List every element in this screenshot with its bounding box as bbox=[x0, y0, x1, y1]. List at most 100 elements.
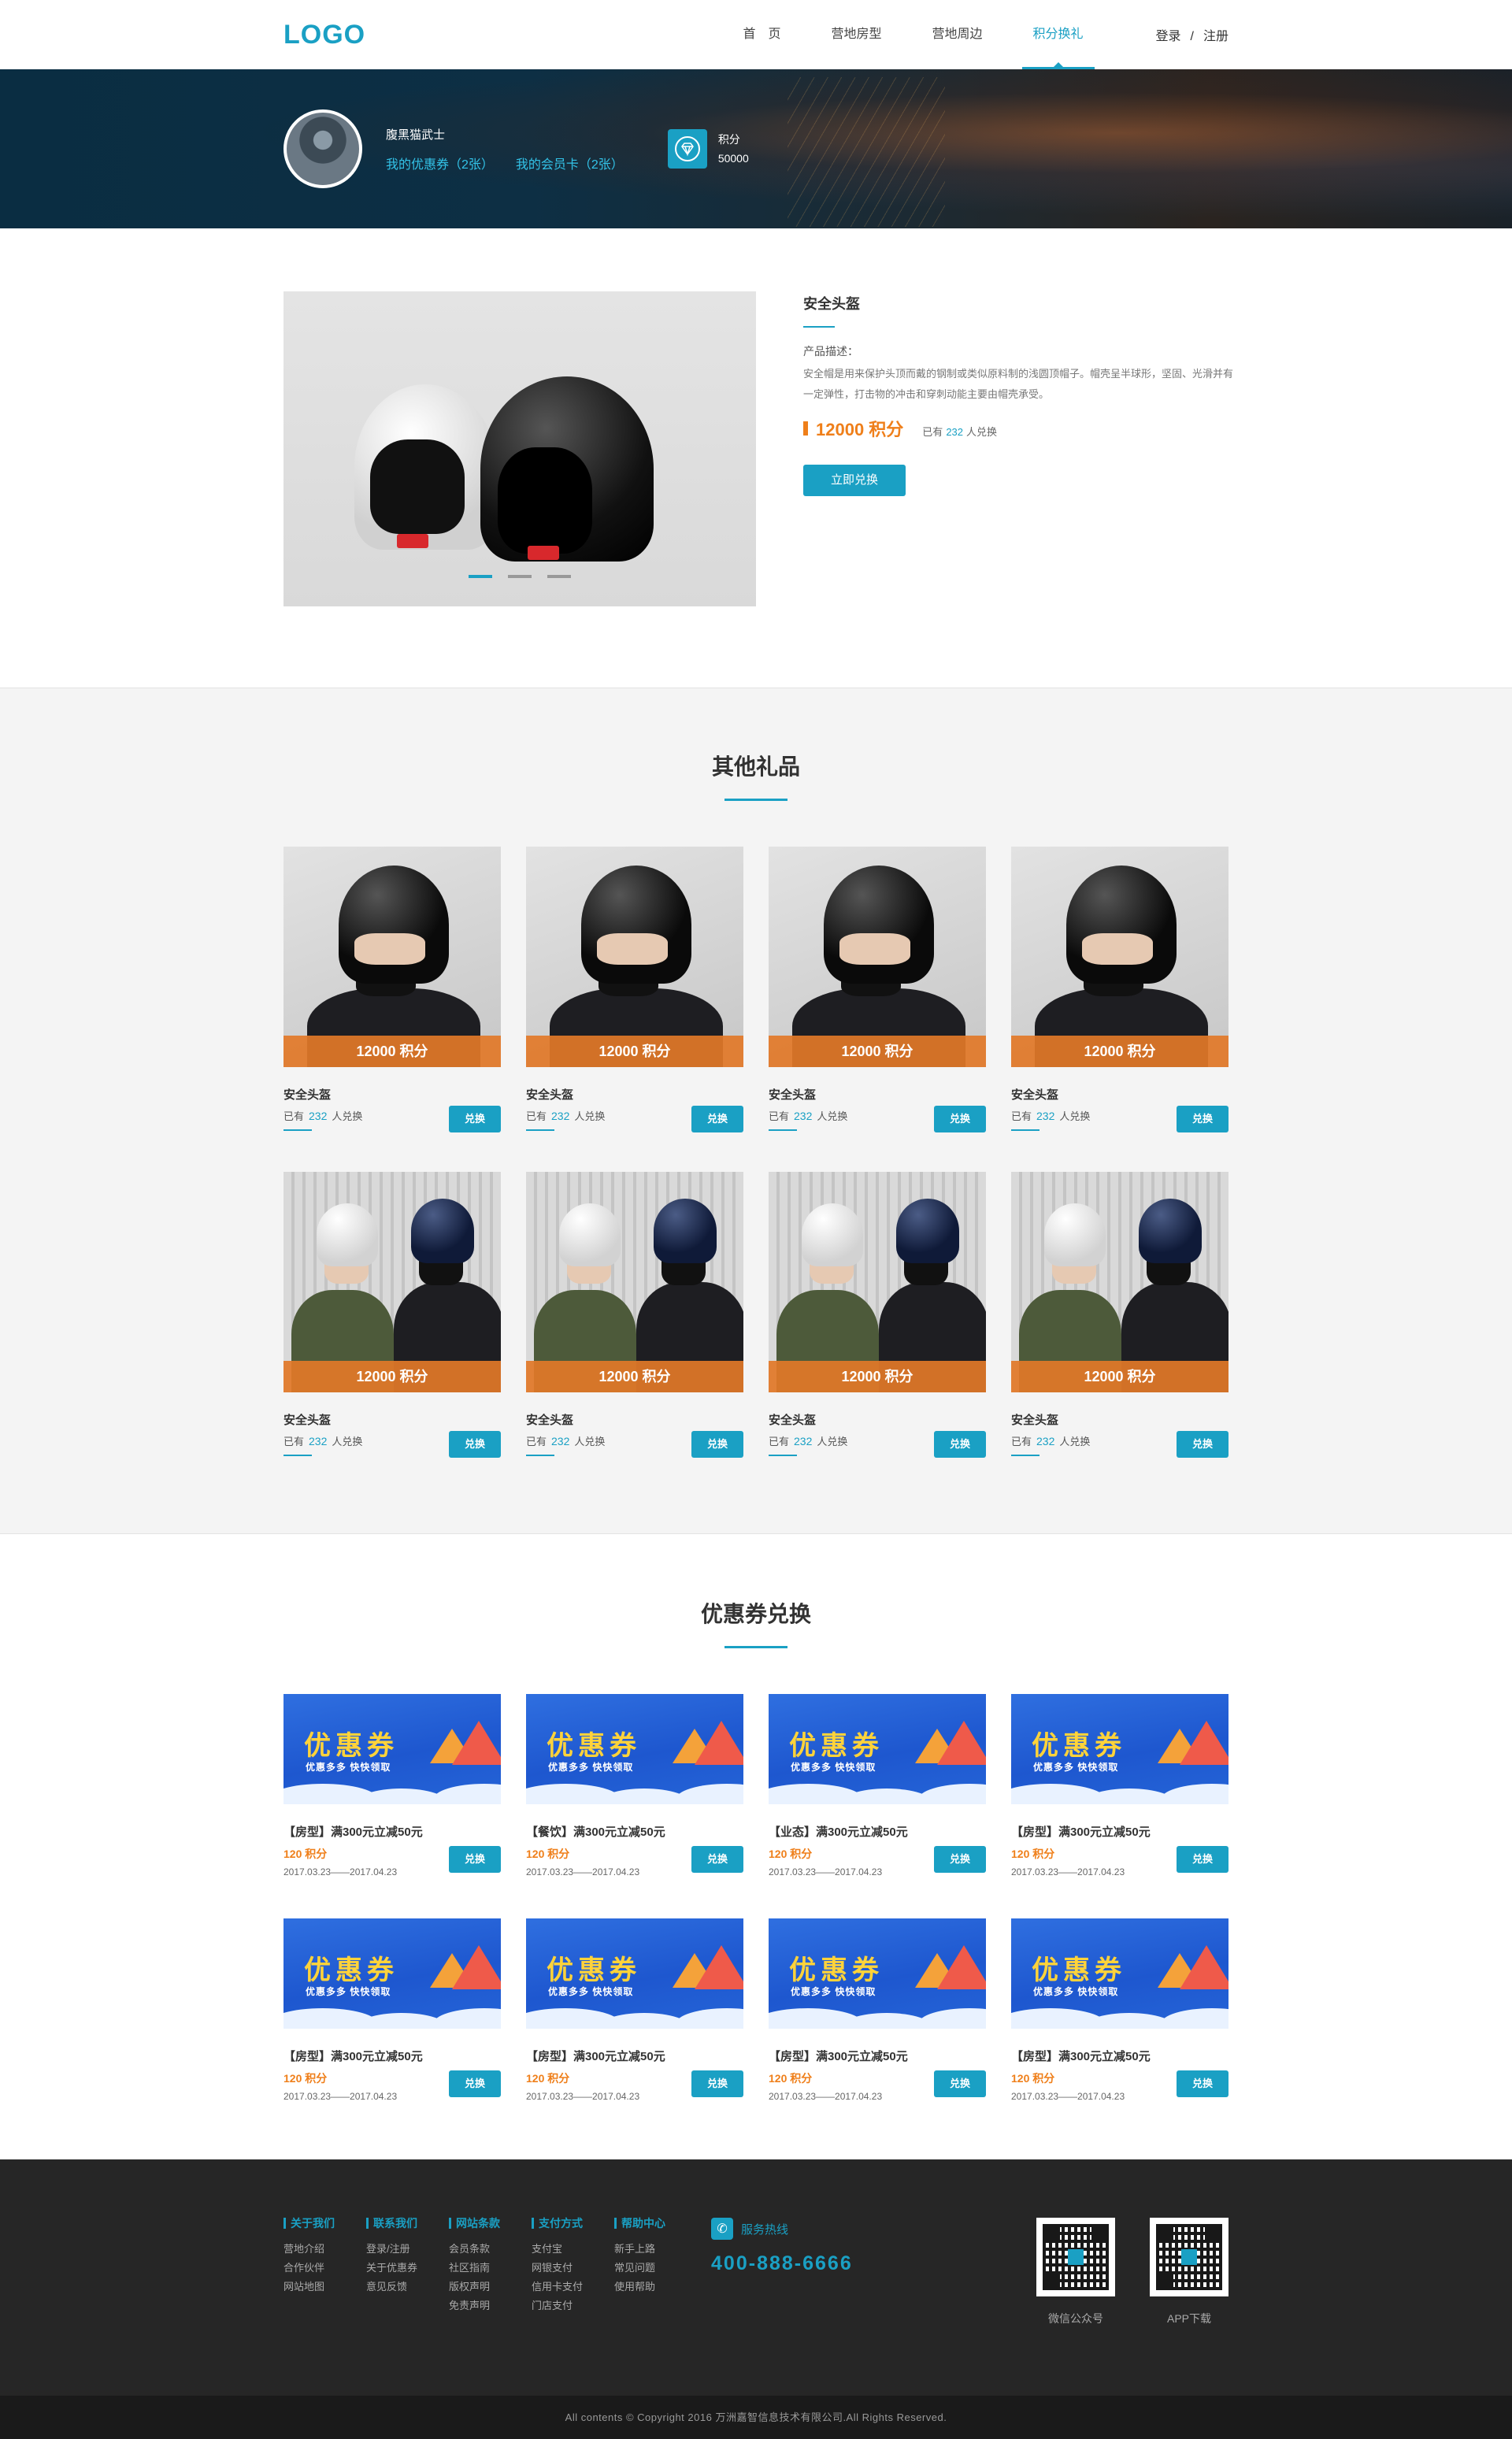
gift-name: 安全头盔 bbox=[769, 1414, 817, 1427]
gift-exchange-button[interactable]: 兑换 bbox=[449, 1106, 501, 1132]
diamond-icon bbox=[667, 129, 707, 169]
gift-exchange-button[interactable]: 兑换 bbox=[934, 1431, 986, 1458]
coupon-banner-subtitle: 优惠多多 快快领取 bbox=[548, 1762, 634, 1773]
carousel-dot-2[interactable] bbox=[508, 575, 532, 578]
product-gallery[interactable] bbox=[284, 291, 756, 606]
gift-exchange-button[interactable]: 兑换 bbox=[1177, 1106, 1228, 1132]
gift-image[interactable]: 12000 积分 bbox=[769, 847, 986, 1067]
coupon-image[interactable]: 优惠券 优惠多多 快快领取 bbox=[769, 1694, 986, 1804]
gift-image[interactable]: 12000 积分 bbox=[1011, 1172, 1228, 1392]
avatar[interactable] bbox=[284, 109, 362, 188]
footer-link[interactable]: 支付宝 bbox=[532, 2240, 583, 2259]
gift-exchange-count: 已有 232 人兑换 bbox=[769, 1109, 848, 1122]
gift-exchange-button[interactable]: 兑换 bbox=[449, 1431, 501, 1458]
coupon-exchange-button[interactable]: 兑换 bbox=[934, 1846, 986, 1873]
my-coupons-link[interactable]: 我的优惠券（2张） bbox=[386, 158, 494, 172]
coupon-banner-title: 优惠券 bbox=[304, 1955, 398, 1985]
footer-link[interactable]: 版权声明 bbox=[449, 2278, 500, 2296]
footer-link[interactable]: 网银支付 bbox=[532, 2259, 583, 2278]
gift-card: 12000 积分 安全头盔 已有 232 人兑换 兑换 bbox=[769, 1172, 986, 1458]
coupon-exchange-button[interactable]: 兑换 bbox=[1177, 2070, 1228, 2097]
footer-link[interactable]: 合作伙伴 bbox=[284, 2259, 335, 2278]
footer-column: 支付方式 支付宝 网银支付 信用卡支付 门店支付 bbox=[532, 2218, 583, 2326]
footer-link[interactable]: 关于优惠券 bbox=[366, 2259, 417, 2278]
copyright: All contents © Copyright 2016 万洲嘉智信息技术有限… bbox=[0, 2396, 1512, 2439]
gift-grid: 12000 积分 安全头盔 已有 232 人兑换 兑换 12000 积分 安全头盔 已有 232 人… bbox=[284, 847, 1228, 1458]
register-link[interactable]: 注册 bbox=[1203, 30, 1228, 43]
coupon-image[interactable]: 优惠券 优惠多多 快快领取 bbox=[284, 1918, 501, 2029]
gift-image[interactable]: 12000 积分 bbox=[1011, 847, 1228, 1067]
gift-card: 12000 积分 安全头盔 已有 232 人兑换 兑换 bbox=[284, 1172, 501, 1458]
gift-exchange-button[interactable]: 兑换 bbox=[691, 1431, 743, 1458]
login-link[interactable]: 登录 bbox=[1156, 30, 1181, 43]
coupon-exchange-button[interactable]: 兑换 bbox=[1177, 1846, 1228, 1873]
gift-exchange-button[interactable]: 兑换 bbox=[691, 1106, 743, 1132]
coupon-title: 【房型】满300元立减50元 bbox=[1011, 2050, 1151, 2063]
footer-link[interactable]: 常见问题 bbox=[614, 2259, 665, 2278]
footer-columns: 关于我们 营地介绍 合作伙伴 网站地图 联系我们 登录/注册 关于优惠券 意见反馈 网站条款 会员… bbox=[284, 2218, 697, 2326]
coupon-exchange-button[interactable]: 兑换 bbox=[691, 2070, 743, 2097]
gift-image[interactable]: 12000 积分 bbox=[769, 1172, 986, 1392]
logo[interactable]: LOGO bbox=[284, 20, 365, 50]
nav-points-gifts[interactable]: 积分换礼 bbox=[1008, 0, 1109, 69]
coupon-title: 【房型】满300元立减50元 bbox=[1011, 1826, 1151, 1839]
footer-link[interactable]: 使用帮助 bbox=[614, 2278, 665, 2296]
footer-link[interactable]: 新手上路 bbox=[614, 2240, 665, 2259]
gift-image[interactable]: 12000 积分 bbox=[284, 1172, 501, 1392]
gift-card: 12000 积分 安全头盔 已有 232 人兑换 兑换 bbox=[1011, 847, 1228, 1132]
gift-exchange-button[interactable]: 兑换 bbox=[1177, 1431, 1228, 1458]
coupon-banner-title: 优惠券 bbox=[789, 1731, 884, 1761]
qr-app[interactable]: APP下载 bbox=[1150, 2218, 1228, 2326]
gift-image[interactable]: 12000 积分 bbox=[284, 847, 501, 1067]
gift-exchange-count: 已有 232 人兑换 bbox=[1011, 1109, 1091, 1122]
coupon-points: 120 积分 bbox=[284, 2072, 328, 2085]
carousel-dot-3[interactable] bbox=[547, 575, 571, 578]
nav-home[interactable]: 首 页 bbox=[717, 0, 806, 69]
gift-image[interactable]: 12000 积分 bbox=[526, 1172, 743, 1392]
qr-wechat[interactable]: 微信公众号 bbox=[1036, 2218, 1115, 2326]
desc-label: 产品描述： bbox=[803, 345, 858, 358]
coupon-exchange-button[interactable]: 兑换 bbox=[449, 2070, 501, 2097]
gift-image[interactable]: 12000 积分 bbox=[526, 847, 743, 1067]
exchange-now-button[interactable]: 立即兑换 bbox=[803, 465, 906, 496]
coupon-date: 2017.03.23——2017.04.23 bbox=[769, 2091, 883, 2102]
coupon-date: 2017.03.23——2017.04.23 bbox=[526, 1866, 640, 1877]
footer-link[interactable]: 登录/注册 bbox=[366, 2240, 417, 2259]
coupon-title: 【业态】满300元立减50元 bbox=[769, 1826, 908, 1839]
hotline-number[interactable]: 400-888-6666 bbox=[711, 2252, 853, 2275]
section-underline bbox=[724, 1646, 788, 1648]
hotline: ✆ 服务热线 400-888-6666 bbox=[711, 2218, 853, 2326]
hotline-label: 服务热线 bbox=[741, 2222, 789, 2237]
footer-link[interactable]: 社区指南 bbox=[449, 2259, 500, 2278]
footer-link[interactable]: 免责声明 bbox=[449, 2296, 500, 2315]
pyramid-icon bbox=[937, 1945, 986, 1989]
gift-price-strip: 12000 积分 bbox=[1011, 1036, 1228, 1067]
gift-exchange-count: 已有 232 人兑换 bbox=[1011, 1434, 1091, 1447]
pyramid-icon bbox=[695, 1945, 743, 1989]
carousel-dot-1[interactable] bbox=[469, 575, 492, 578]
coupon-image[interactable]: 优惠券 优惠多多 快快领取 bbox=[526, 1694, 743, 1804]
coupon-banner-title: 优惠券 bbox=[547, 1955, 641, 1985]
gift-exchange-button[interactable]: 兑换 bbox=[934, 1106, 986, 1132]
my-cards-link[interactable]: 我的会员卡（2张） bbox=[516, 158, 624, 172]
nav-surroundings[interactable]: 营地周边 bbox=[906, 0, 1007, 69]
pyramid-icon bbox=[1180, 1945, 1228, 1989]
coupon-image[interactable]: 优惠券 优惠多多 快快领取 bbox=[526, 1918, 743, 2029]
nav-rooms[interactable]: 营地房型 bbox=[806, 0, 906, 69]
coupon-exchange-button[interactable]: 兑换 bbox=[691, 1846, 743, 1873]
footer-link[interactable]: 意见反馈 bbox=[366, 2278, 417, 2296]
footer-link[interactable]: 门店支付 bbox=[532, 2296, 583, 2315]
footer-column-title: 关于我们 bbox=[284, 2218, 335, 2229]
coupon-image[interactable]: 优惠券 优惠多多 快快领取 bbox=[1011, 1694, 1228, 1804]
coupon-image[interactable]: 优惠券 优惠多多 快快领取 bbox=[1011, 1918, 1228, 2029]
coupon-image[interactable]: 优惠券 优惠多多 快快领取 bbox=[284, 1694, 501, 1804]
coupon-exchange-button[interactable]: 兑换 bbox=[449, 1846, 501, 1873]
coupon-image[interactable]: 优惠券 优惠多多 快快领取 bbox=[769, 1918, 986, 2029]
footer-link[interactable]: 会员条款 bbox=[449, 2240, 500, 2259]
footer-link[interactable]: 网站地图 bbox=[284, 2278, 335, 2296]
footer-link[interactable]: 营地介绍 bbox=[284, 2240, 335, 2259]
coupon-card: 优惠券 优惠多多 快快领取 【房型】满300元立减50元 120 积分 2017.03.… bbox=[1011, 1694, 1228, 1877]
footer-link[interactable]: 信用卡支付 bbox=[532, 2278, 583, 2296]
coupon-exchange-button[interactable]: 兑换 bbox=[934, 2070, 986, 2097]
gift-underline bbox=[1011, 1454, 1040, 1456]
